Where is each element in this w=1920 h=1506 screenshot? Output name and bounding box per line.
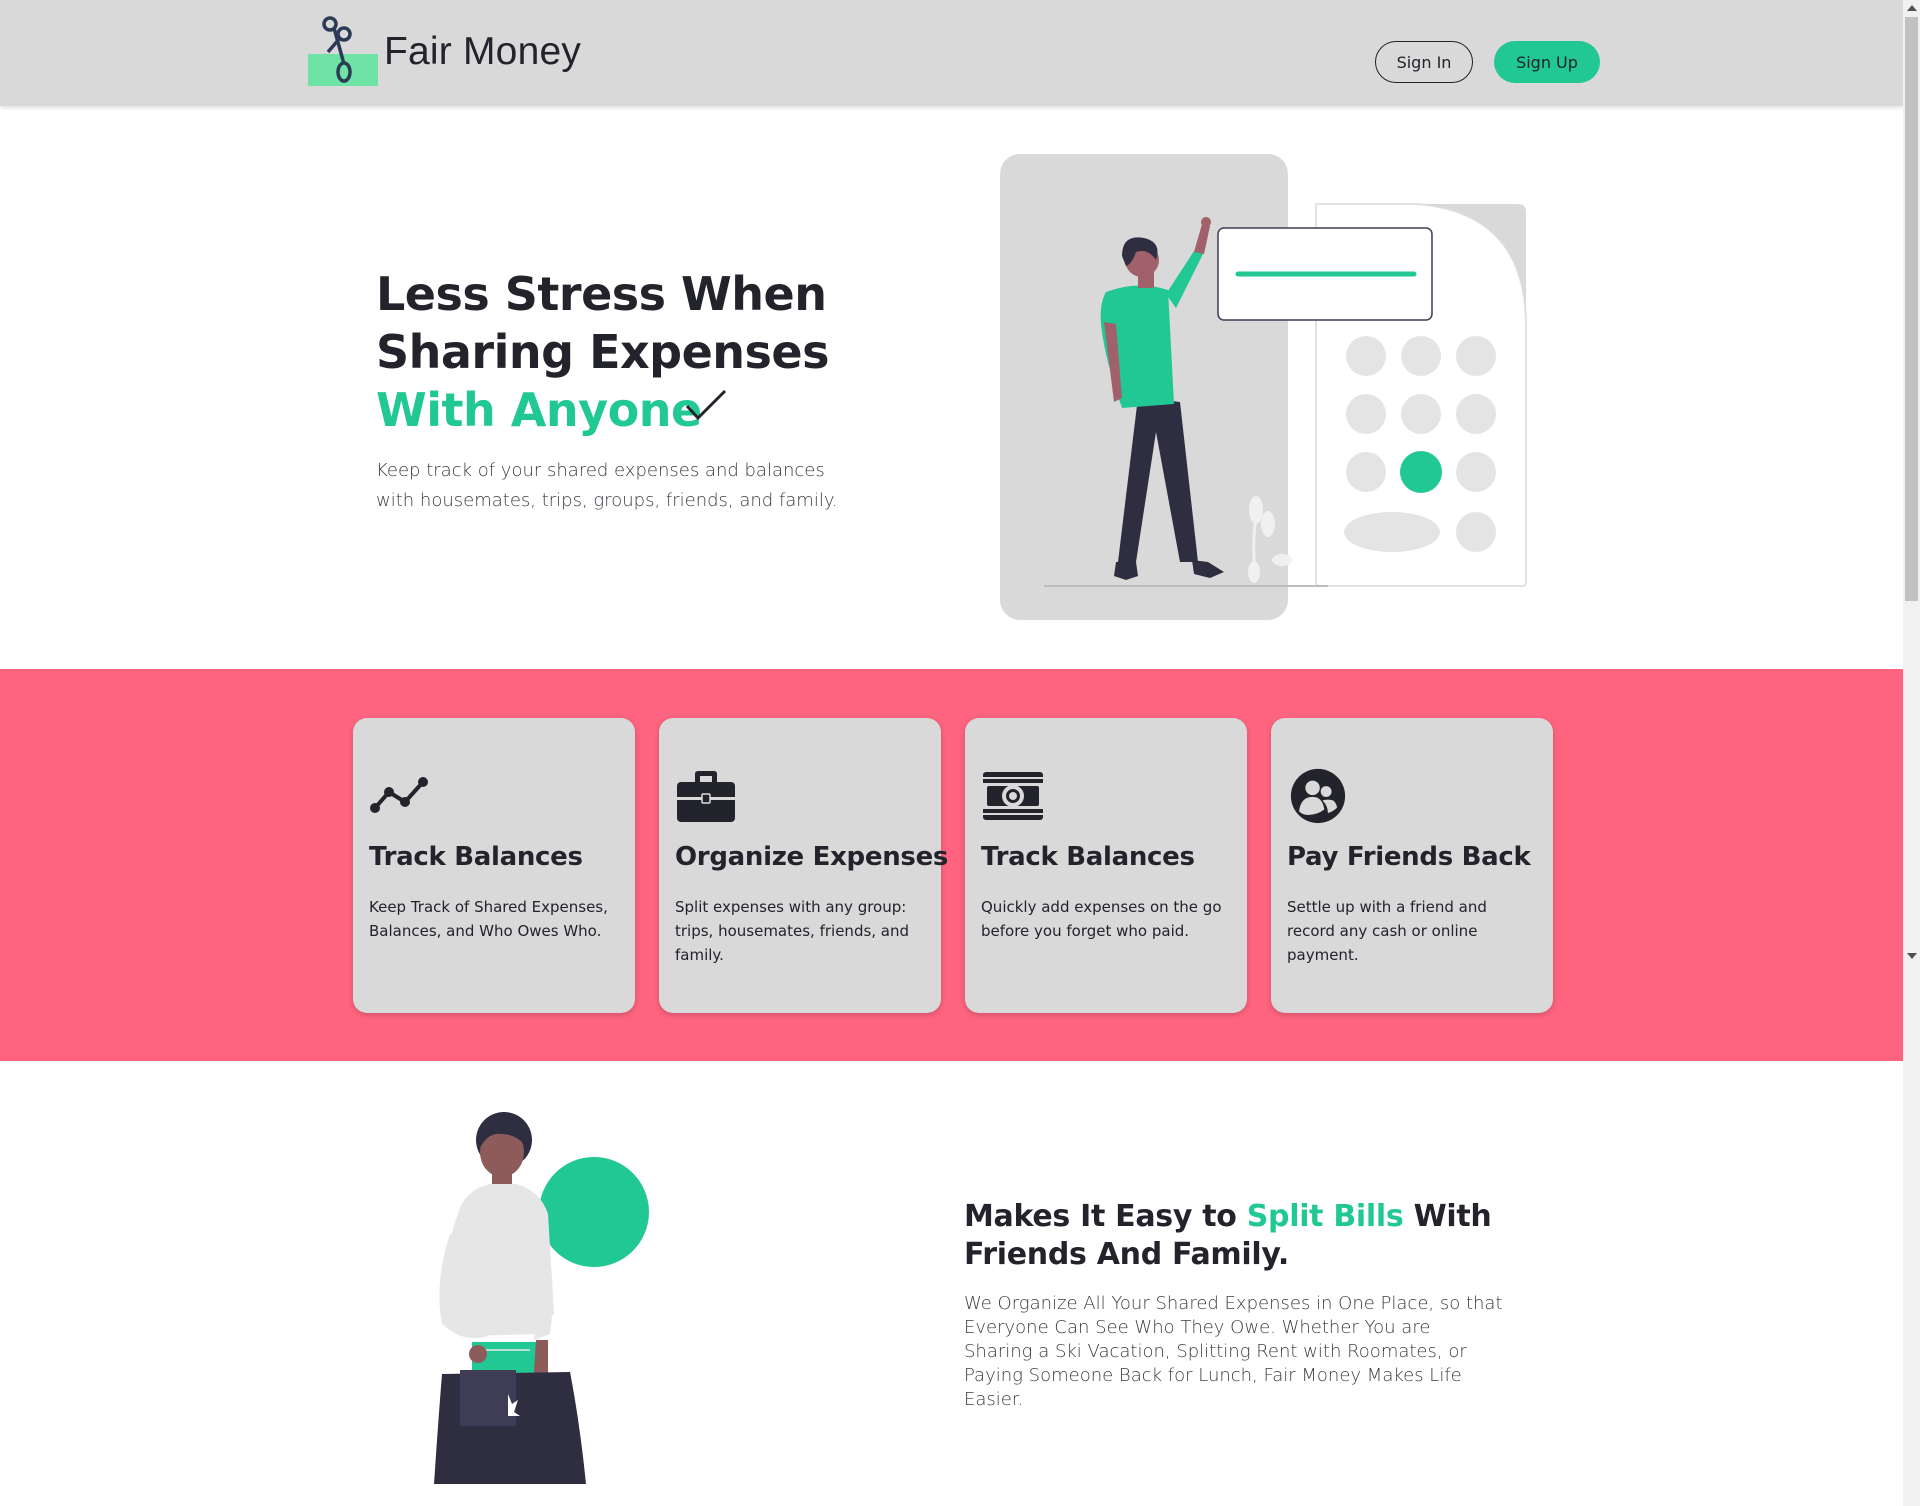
feature-text: Keep Track of Shared Expenses, Balances,… [369,898,608,940]
scissors-logo-icon[interactable] [308,14,380,86]
briefcase-icon [677,771,735,822]
feature-title: Pay Friends Back [1287,842,1531,872]
feature-title: Track Balances [369,842,583,872]
feature-title: Track Balances [981,842,1195,872]
feature-card-track-balances[interactable]: Track Balances Keep Track of Shared Expe… [353,718,635,1013]
checkmark-icon [685,389,727,421]
feature-title: Organize Expenses [675,842,949,872]
hero-title-line1: Less Stress When [376,267,827,321]
user-friends-icon [1290,768,1346,824]
split-title-accent: Split Bills [1246,1199,1404,1234]
brand-name[interactable]: Fair Money [384,30,581,74]
site-header: Fair Money Sign In Sign Up [0,0,1903,106]
feature-card-quick-add[interactable]: Track Balances Quickly add expenses on t… [965,718,1247,1013]
feature-text: Split expenses with any group: trips, ho… [675,898,910,964]
feature-card-pay-friends-back[interactable]: Pay Friends Back Settle up with a friend… [1271,718,1553,1013]
page: Fair Money Sign In Sign Up Less Stress W… [0,0,1903,1506]
hero-title-line2: Sharing Expenses [376,325,830,379]
feature-card-organize-expenses[interactable]: Organize Expenses Split expenses with an… [659,718,948,1013]
hero-subtitle: Keep track of your shared expenses and b… [376,460,838,511]
sign-up-button[interactable]: Sign Up [1494,41,1600,83]
feature-text: Quickly add expenses on the go before yo… [981,898,1222,940]
hero-illustration [1000,154,1527,620]
trend-line-icon [370,777,428,813]
page-scrollbar[interactable] [1903,0,1920,1506]
scroll-up-arrow-icon[interactable] [1907,5,1917,11]
hero-title: Less Stress When Sharing Expenses With A… [376,265,830,439]
money-bill-icon [983,772,1043,820]
split-bills-body: We Organize All Your Shared Expenses in … [964,1293,1503,1410]
features-band [0,669,1903,1061]
split-bills-illustration [434,1112,649,1484]
hero-title-accent: With Anyone [376,383,702,437]
split-bills-heading: Makes It Easy to Split Bills With Friend… [964,1198,1524,1274]
sign-in-button[interactable]: Sign In [1375,41,1473,83]
feature-text: Settle up with a friend and record any c… [1287,898,1487,964]
split-title-part1: Makes It Easy to [964,1199,1247,1234]
scrollbar-thumb[interactable] [1905,17,1918,601]
scroll-down-arrow-icon[interactable] [1907,953,1917,959]
